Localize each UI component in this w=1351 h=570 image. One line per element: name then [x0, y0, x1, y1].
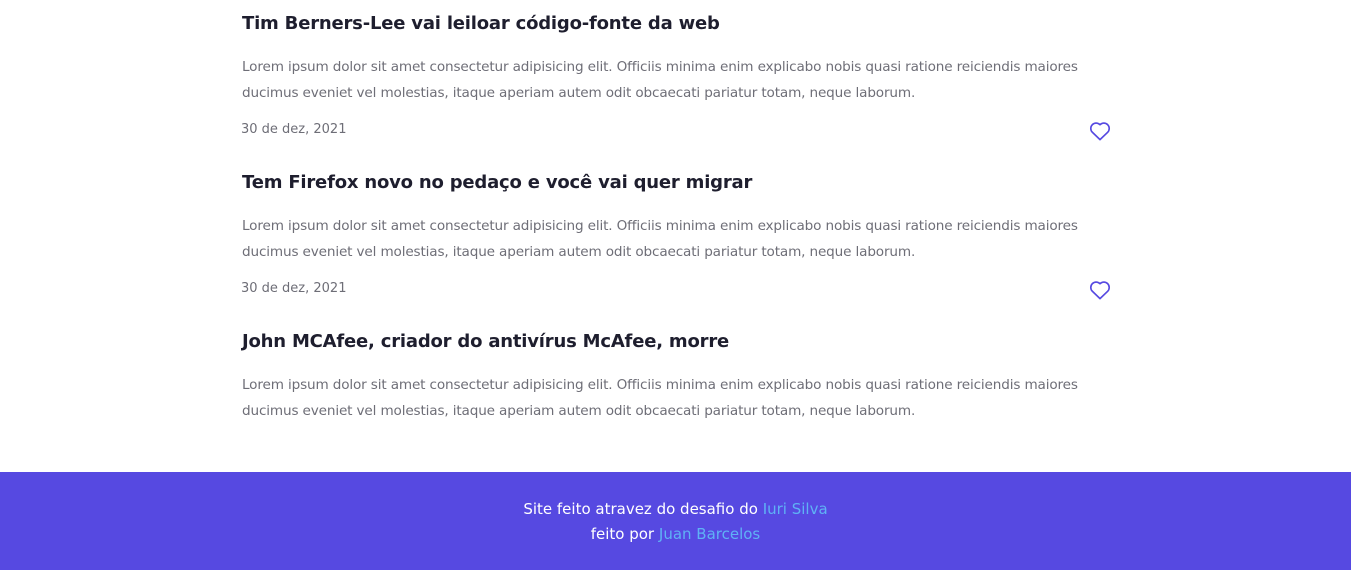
- post-date: 30 de dez, 2021: [241, 122, 347, 137]
- page: Tim Berners-Lee vai leiloar código-fonte…: [0, 0, 1351, 570]
- post-excerpt: Lorem ipsum dolor sit amet consectetur a…: [242, 377, 1078, 419]
- site-author-link[interactable]: Juan Barcelos: [659, 525, 760, 543]
- footer-credit-text: Site feito atravez do desafio do: [523, 500, 758, 518]
- like-button[interactable]: [1088, 120, 1112, 142]
- post-excerpt: Lorem ipsum dolor sit amet consectetur a…: [242, 59, 1078, 101]
- footer-credit-line: Site feito atravez do desafio do Iuri Si…: [0, 498, 1351, 520]
- heart-outline-icon: [1089, 122, 1111, 141]
- post-title[interactable]: Tem Firefox novo no pedaço e você vai qu…: [242, 171, 752, 195]
- like-button[interactable]: [1088, 279, 1112, 301]
- post-excerpt: Lorem ipsum dolor sit amet consectetur a…: [242, 218, 1078, 260]
- challenge-author-link[interactable]: Iuri Silva: [763, 500, 828, 518]
- site-footer: Site feito atravez do desafio do Iuri Si…: [0, 472, 1351, 570]
- post-title[interactable]: John MCAfee, criador do antivírus McAfee…: [242, 330, 729, 354]
- footer-author-line: feito por Juan Barcelos: [0, 523, 1351, 545]
- footer-author-text: feito por: [590, 525, 655, 543]
- post-title[interactable]: Tim Berners-Lee vai leiloar código-fonte…: [242, 12, 720, 36]
- post-date: 30 de dez, 2021: [241, 281, 347, 296]
- heart-outline-icon: [1089, 281, 1111, 300]
